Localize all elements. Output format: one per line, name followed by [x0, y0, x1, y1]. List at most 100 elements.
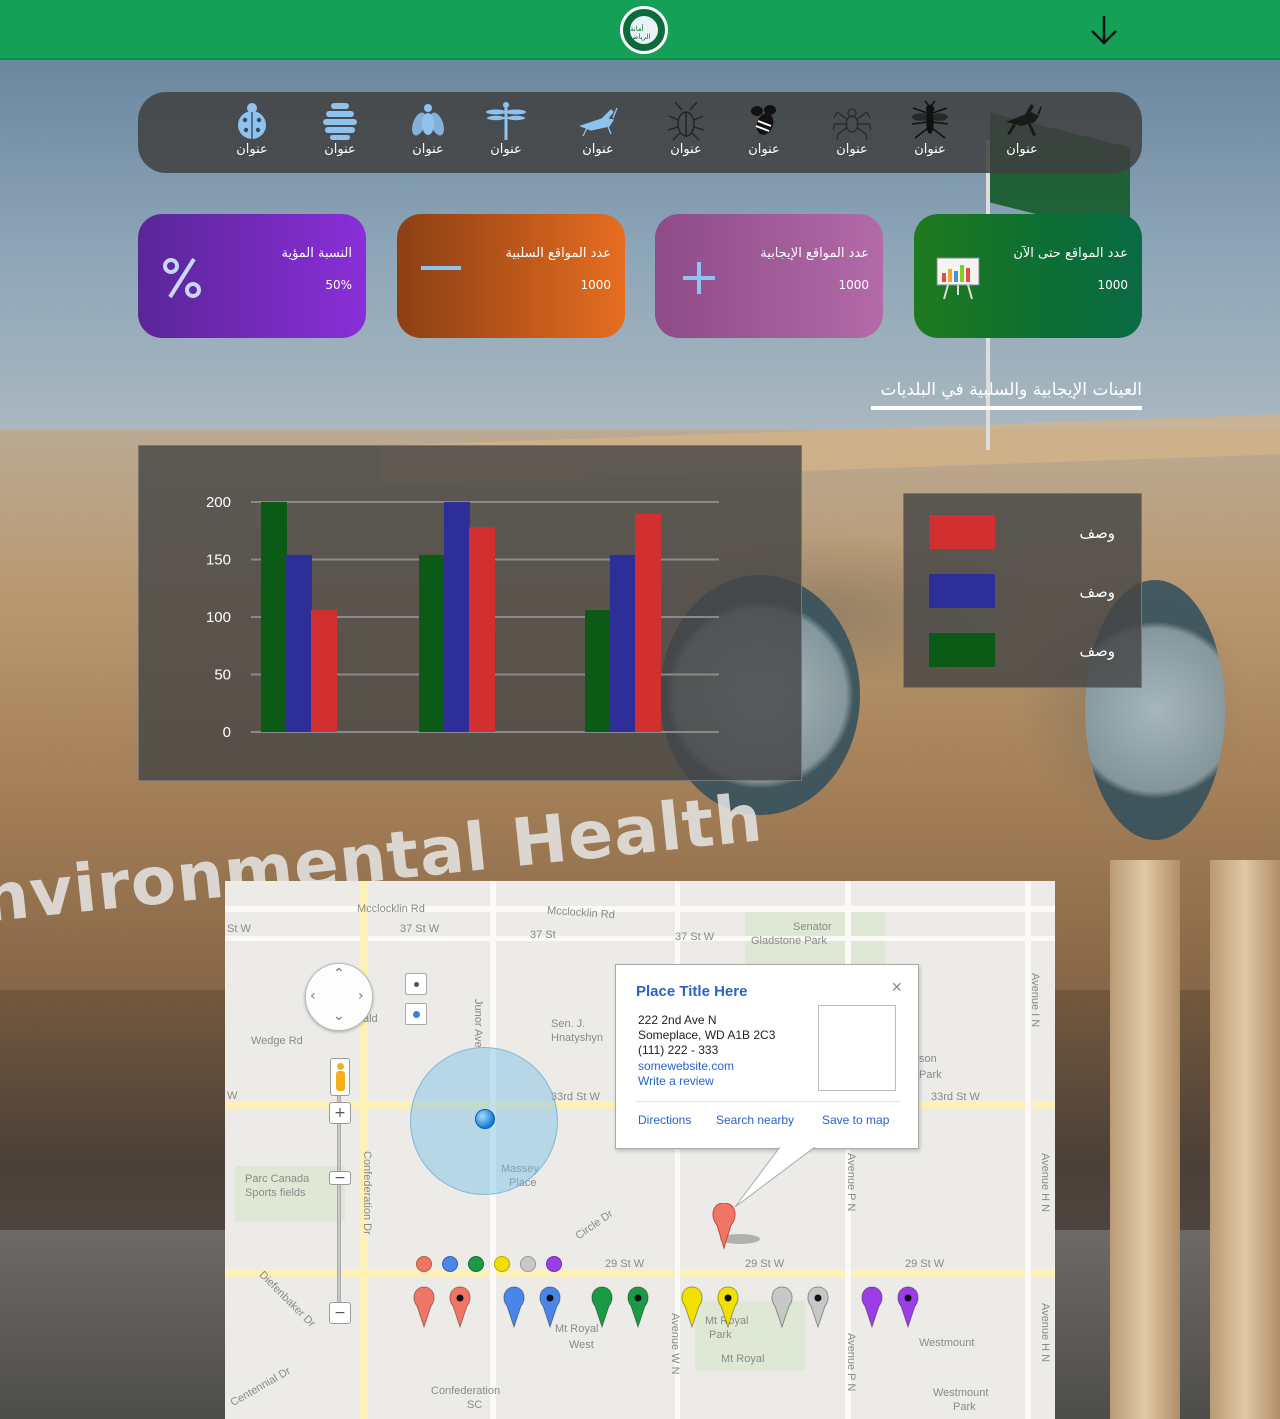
stat-value: 1000 [1097, 278, 1128, 292]
stat-card-total-sites: عدد المواقع حتى الآن 1000 [914, 214, 1142, 338]
stat-title: عدد المواقع حتى الآن [1013, 246, 1128, 261]
map-label: 33rd St W [931, 1091, 980, 1103]
search-nearby-link[interactable]: Search nearby [716, 1113, 794, 1127]
map-label: Parc Canada [245, 1173, 310, 1185]
chart-bar[interactable] [469, 527, 495, 732]
map-label: Senator [793, 921, 832, 933]
map-pan-control[interactable]: ⌃ ⌄ ‹ › [305, 963, 373, 1031]
map-label: West [569, 1339, 594, 1351]
insect-label: عنوان [1006, 142, 1038, 157]
zoom-in-button[interactable]: + [329, 1102, 351, 1124]
map-label: son [919, 1053, 937, 1065]
pan-right-icon[interactable]: › [358, 988, 364, 1004]
grasshopper-icon [1006, 104, 1042, 136]
write-review-link[interactable]: Write a review [638, 1074, 714, 1088]
insect-item-cockroach[interactable]: عنوان [656, 100, 716, 162]
legend-item: وصف [904, 514, 1143, 552]
riyadh-municipality-logo[interactable]: أمانة الرياض [620, 6, 668, 54]
chart-bar[interactable] [261, 502, 287, 732]
insect-item-dragonfly[interactable]: عنوان [476, 100, 536, 162]
bee-icon [751, 105, 776, 135]
legend-label: وصف [1079, 583, 1115, 601]
map-marker-pin[interactable] [895, 1286, 921, 1328]
chart-bar[interactable] [419, 554, 445, 732]
top-bar: أمانة الرياض [0, 0, 1280, 60]
place-website-link[interactable]: somewebsite.com [638, 1059, 734, 1073]
ladybug-icon [238, 103, 266, 139]
save-to-map-link[interactable]: Save to map [822, 1113, 889, 1127]
map-label: Sen. J. [551, 1018, 586, 1030]
map-label: Mt Royal [721, 1353, 765, 1365]
map-road [225, 1269, 1055, 1277]
map-label: 37 St W [675, 931, 715, 943]
stat-value: 1000 [838, 278, 869, 292]
map-marker-pin[interactable] [715, 1286, 741, 1328]
marker-color-swatch[interactable] [546, 1256, 562, 1272]
marker-color-swatch[interactable] [494, 1256, 510, 1272]
chart-bar[interactable] [444, 502, 470, 732]
map-location-button[interactable] [405, 1003, 427, 1025]
map-marker-pin[interactable] [537, 1286, 563, 1328]
insect-label: عنوان [236, 142, 268, 157]
map-marker-pin[interactable] [769, 1286, 795, 1328]
stat-card-percentage: النسبة المؤية 50% [138, 214, 366, 338]
zoom-slider-track[interactable] [337, 1061, 341, 1311]
map-label: Circle Dr [573, 1207, 616, 1243]
map-marker-pin[interactable] [411, 1286, 437, 1328]
map-road [360, 881, 368, 1419]
logo-text: أمانة الرياض [628, 14, 660, 46]
map-label: 33rd St W [551, 1091, 600, 1103]
insect-item-beehive[interactable]: عنوان [310, 100, 370, 162]
directions-link[interactable]: Directions [638, 1113, 691, 1127]
zoom-out-button[interactable]: − [329, 1302, 351, 1324]
insect-item-bee[interactable]: عنوان [734, 100, 794, 162]
insect-item-grasshopper[interactable]: عنوان [992, 100, 1052, 162]
selected-map-marker[interactable] [710, 1203, 770, 1253]
map-marker-pin[interactable] [501, 1286, 527, 1328]
marker-color-swatch[interactable] [468, 1256, 484, 1272]
chart-bar[interactable] [311, 610, 337, 732]
insect-item-mosquito[interactable]: عنوان [900, 100, 960, 162]
map-marker-pin[interactable] [859, 1286, 885, 1328]
map-layer-button[interactable] [405, 973, 427, 995]
bar-chart-svg: 200 150 100 50 0 [206, 494, 719, 741]
y-tick-label: 100 [206, 609, 231, 626]
insect-item-cricket[interactable]: عنوان [568, 100, 628, 162]
insect-label: عنوان [914, 142, 946, 157]
zoom-handle[interactable]: − [329, 1171, 351, 1185]
marker-color-swatch[interactable] [442, 1256, 458, 1272]
map-label: Avenue H N [1039, 1303, 1051, 1363]
place-title: Place Title Here [636, 983, 748, 1000]
close-icon[interactable]: × [891, 977, 902, 998]
map-view[interactable]: Mcclocklin Rd Mcclocklin Rd 37 St W 37 S… [225, 881, 1055, 1419]
map-marker-pin[interactable] [589, 1286, 615, 1328]
chart-bar[interactable] [286, 554, 312, 732]
map-label: St W [227, 923, 251, 935]
insect-label: عنوان [412, 142, 444, 157]
bar-chart: 200 150 100 50 0 [138, 445, 802, 781]
pan-up-icon[interactable]: ⌃ [333, 966, 345, 982]
map-label: Westmount [933, 1387, 989, 1399]
map-label: Park [953, 1401, 976, 1413]
map-marker-pin[interactable] [805, 1286, 831, 1328]
map-marker-pin[interactable] [625, 1286, 651, 1328]
pan-left-icon[interactable]: ‹ [310, 988, 316, 1004]
insect-label: عنوان [748, 142, 780, 157]
street-view-pegman-icon[interactable] [330, 1058, 350, 1096]
insect-item-spider[interactable]: عنوان [822, 100, 882, 162]
pan-down-icon[interactable]: ⌄ [333, 1008, 345, 1024]
insect-item-ladybug[interactable]: عنوان [222, 100, 282, 162]
map-label: Centennial Dr [228, 1364, 293, 1410]
map-marker-pin[interactable] [679, 1286, 705, 1328]
map-marker-pin[interactable] [447, 1286, 473, 1328]
marker-color-swatch[interactable] [520, 1256, 536, 1272]
insect-item-fly[interactable]: عنوان [398, 100, 458, 162]
arrow-down-icon[interactable] [1086, 12, 1122, 48]
chart-bar[interactable] [635, 513, 661, 733]
marker-color-swatch[interactable] [416, 1256, 432, 1272]
chart-bar[interactable] [610, 554, 636, 732]
place-photo [818, 1005, 896, 1091]
insect-label: عنوان [836, 142, 868, 157]
map-label: Westmount [919, 1337, 975, 1349]
chart-bar[interactable] [585, 610, 611, 732]
